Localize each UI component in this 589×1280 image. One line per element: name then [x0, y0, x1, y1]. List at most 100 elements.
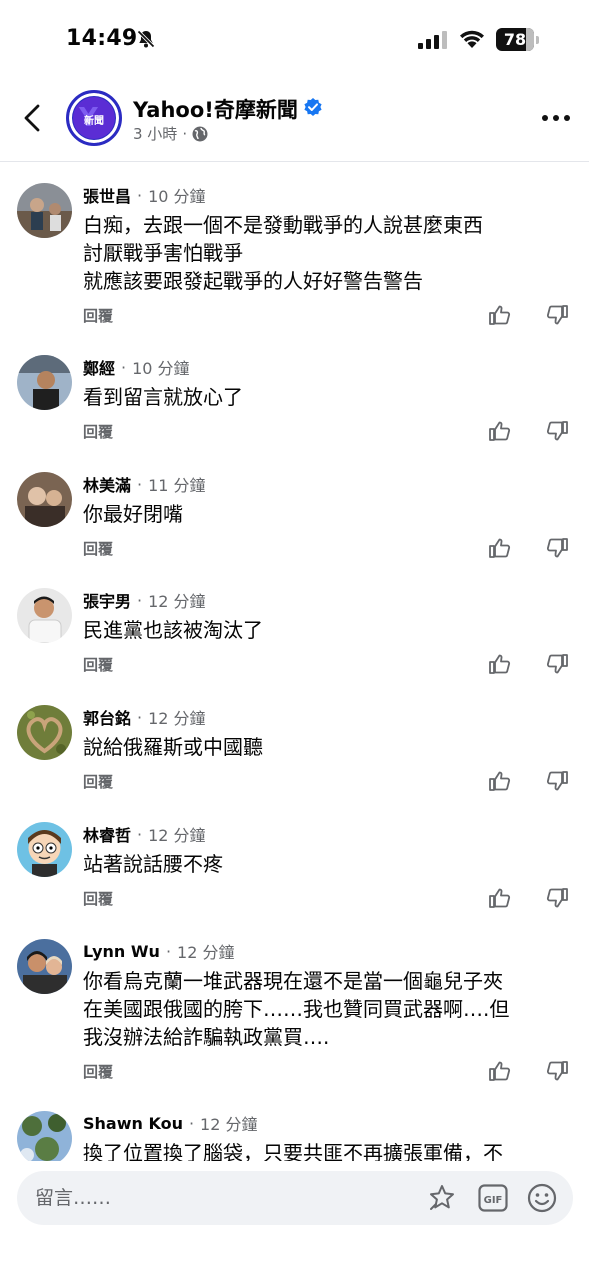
- avatar[interactable]: [17, 939, 72, 994]
- comment-text: 你看烏克蘭一堆武器現在還不是當一個龜兒子夾 在美國跟俄國的胯下……我也贊同買武器…: [83, 969, 510, 1049]
- thumb-down-icon[interactable]: [545, 1059, 569, 1083]
- thumb-down-icon[interactable]: [545, 769, 569, 793]
- comment-text: 民進黨也該被淘汰了: [83, 618, 263, 642]
- comment-time: 12 分鐘: [148, 709, 206, 728]
- avatar[interactable]: [17, 822, 72, 877]
- comment-header: 鄭經 · 10 分鐘: [83, 355, 190, 379]
- comment-composer[interactable]: GIF: [17, 1171, 573, 1225]
- comment-text: 看到留言就放心了: [83, 385, 243, 409]
- post-header: Y 新聞 Yahoo!奇摩新聞 3 小時 ·: [0, 80, 589, 162]
- comment-author[interactable]: 林美滿: [83, 472, 131, 496]
- comment-author[interactable]: 林睿哲: [83, 822, 131, 846]
- comment-separator: ·: [188, 1113, 195, 1133]
- thumb-up-icon[interactable]: [488, 652, 512, 676]
- reply-button[interactable]: 回覆: [83, 654, 113, 675]
- comment-text: 換了位置換了腦袋，只要共匪不再擴張軍備，不: [83, 1141, 503, 1161]
- battery-percent: 78: [503, 30, 527, 49]
- comment-header: 郭台銘 · 12 分鐘: [83, 705, 206, 729]
- comment-actions: 回覆: [83, 421, 573, 445]
- comment-author[interactable]: 郭台銘: [83, 705, 131, 729]
- battery-indicator: 78: [496, 28, 540, 51]
- thumb-down-icon[interactable]: [545, 419, 569, 443]
- comment-time: 10 分鐘: [132, 359, 190, 378]
- avatar[interactable]: [17, 705, 72, 760]
- reply-button[interactable]: 回覆: [83, 888, 113, 909]
- signal-icon: [418, 31, 447, 49]
- comment-time: 11 分鐘: [148, 476, 206, 495]
- bell-off-icon: [137, 30, 155, 48]
- avatar[interactable]: [17, 472, 72, 527]
- avatar[interactable]: [17, 183, 72, 238]
- comment-author[interactable]: Shawn Kou: [83, 1114, 183, 1133]
- comment-header: Lynn Wu · 12 分鐘: [83, 939, 234, 963]
- gif-icon[interactable]: GIF: [478, 1184, 508, 1212]
- reply-button[interactable]: 回覆: [83, 771, 113, 792]
- comment-actions: 回覆: [83, 538, 573, 562]
- status-bar: 14:49 78: [0, 0, 589, 80]
- avatar[interactable]: [17, 1111, 72, 1161]
- comment-actions: 回覆: [83, 771, 573, 795]
- emoji-icon[interactable]: [527, 1183, 557, 1213]
- comment-text: 你最好閉嘴: [83, 502, 183, 526]
- thumb-up-icon[interactable]: [488, 1059, 512, 1083]
- comment-list[interactable]: 張世昌 · 10 分鐘 白痴，去跟一個不是發動戰爭的人說甚麼東西 討厭戰爭害怕戰…: [0, 163, 589, 1161]
- comment-separator: ·: [121, 357, 127, 377]
- globe-icon: [192, 126, 208, 141]
- comment-author[interactable]: 張宇男: [83, 588, 131, 612]
- reply-button[interactable]: 回覆: [83, 421, 113, 442]
- comment-header: 張宇男 · 12 分鐘: [83, 588, 206, 612]
- comment-header: Shawn Kou · 12 分鐘: [83, 1111, 258, 1135]
- verified-badge-icon: [304, 98, 322, 116]
- wifi-icon: [460, 30, 484, 48]
- thumb-up-icon[interactable]: [488, 536, 512, 560]
- comment-separator: ·: [137, 590, 143, 610]
- thumb-down-icon[interactable]: [545, 652, 569, 676]
- post-meta: 3 小時 ·: [133, 123, 208, 144]
- comment-text: 說給俄羅斯或中國聽: [83, 735, 263, 759]
- comment-author[interactable]: 鄭經: [83, 355, 115, 379]
- comment-separator: ·: [137, 824, 143, 844]
- sticker-icon[interactable]: [427, 1183, 457, 1213]
- comment-time: 12 分鐘: [177, 943, 235, 962]
- comment-actions: 回覆: [83, 654, 573, 678]
- comment-text: 白痴，去跟一個不是發動戰爭的人說甚麼東西 討厭戰爭害怕戰爭 就應該要跟發起戰爭的…: [83, 213, 483, 293]
- reply-button[interactable]: 回覆: [83, 1061, 113, 1082]
- avatar[interactable]: [17, 355, 72, 410]
- reply-button[interactable]: 回覆: [83, 538, 113, 559]
- comment-header: 張世昌 · 10 分鐘: [83, 183, 206, 207]
- comment-header: 林睿哲 · 12 分鐘: [83, 822, 206, 846]
- avatar-label: 新聞: [84, 116, 104, 127]
- comment-author[interactable]: 張世昌: [83, 183, 131, 207]
- svg-text:GIF: GIF: [484, 1195, 503, 1206]
- thumb-up-icon[interactable]: [488, 303, 512, 327]
- post-time: 3 小時: [133, 125, 178, 143]
- comment-separator: ·: [137, 474, 143, 494]
- comment-actions: 回覆: [83, 888, 573, 912]
- status-time: 14:49: [66, 26, 138, 51]
- comment-separator: ·: [137, 185, 143, 205]
- more-options-button[interactable]: [540, 110, 572, 126]
- avatar[interactable]: [17, 588, 72, 643]
- comment-time: 10 分鐘: [148, 187, 206, 206]
- page-name[interactable]: Yahoo!奇摩新聞: [133, 94, 298, 124]
- comment-input[interactable]: [35, 1171, 415, 1225]
- comment-actions: 回覆: [83, 305, 573, 329]
- comment-time: 12 分鐘: [200, 1115, 258, 1134]
- thumb-down-icon[interactable]: [545, 536, 569, 560]
- meta-separator: ·: [182, 124, 188, 143]
- comment-composer-bar: GIF: [0, 1161, 589, 1280]
- comment-separator: ·: [165, 941, 172, 961]
- page-avatar[interactable]: Y 新聞: [66, 90, 122, 146]
- comment-actions: 回覆: [83, 1061, 573, 1085]
- thumb-up-icon[interactable]: [488, 769, 512, 793]
- comment-text: 站著說話腰不疼: [83, 852, 223, 876]
- back-button[interactable]: [18, 100, 48, 136]
- reply-button[interactable]: 回覆: [83, 305, 113, 326]
- thumb-down-icon[interactable]: [545, 886, 569, 910]
- comment-author[interactable]: Lynn Wu: [83, 942, 160, 961]
- thumb-up-icon[interactable]: [488, 886, 512, 910]
- comment-time: 12 分鐘: [148, 592, 206, 611]
- thumb-up-icon[interactable]: [488, 419, 512, 443]
- thumb-down-icon[interactable]: [545, 303, 569, 327]
- comment-separator: ·: [137, 707, 143, 727]
